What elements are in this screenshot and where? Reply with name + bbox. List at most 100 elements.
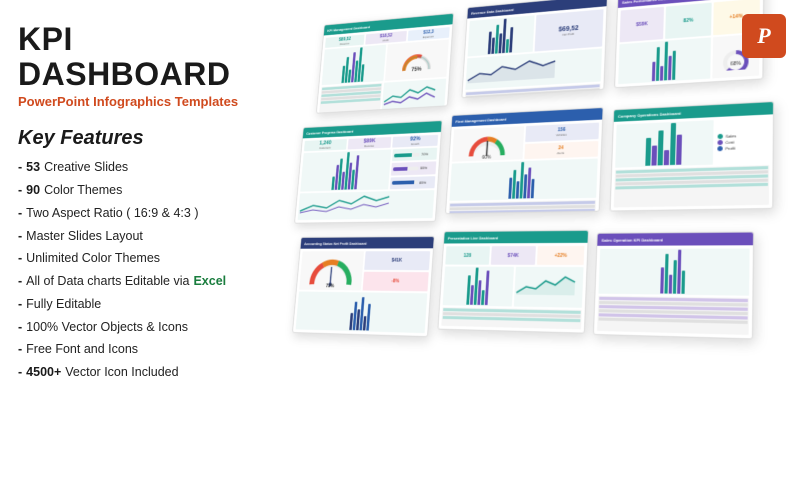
kpi-s5-2-label: Alerts [557, 151, 564, 155]
slide-7-title: Accounting Status Net Profit Dashboard [304, 241, 367, 246]
slide-8-row-2 [443, 266, 584, 307]
right-panel: KPI Management Dashboard $89,52 Revenue … [280, 0, 800, 500]
main-container: KPI DASHBOARD PowerPoint Infographics Te… [0, 0, 800, 500]
kpi-3-label: Expenses [423, 35, 434, 39]
kpi-s2-label: Net Profit [562, 32, 574, 37]
slide-9-row-1 [598, 248, 749, 295]
features-title: Key Features [18, 127, 262, 150]
slide-5-title: Fleet Management Dashboard [455, 116, 506, 123]
features-list: 53 Creative Slides 90 Color Themes Two A… [18, 158, 262, 382]
feature-item-5: Unlimited Color Themes [18, 249, 262, 268]
kpi-1-label: Revenue [340, 42, 350, 46]
kpi-s4-1-label: Customers [319, 146, 331, 150]
svg-text:72%: 72% [326, 283, 335, 288]
feature-text-1: Creative Slides [44, 158, 128, 177]
slide-8-row-3 [441, 307, 582, 329]
gauge-s5-1: 60% [452, 126, 524, 162]
kpi-s4-2: $89K Revenue [347, 137, 391, 150]
powerpoint-icon: P [742, 14, 786, 58]
slide-2: Revenue Data Dashboard [461, 0, 608, 98]
kpi-s3-2-num: 82% [683, 18, 693, 25]
slide-5: Fleet Management Dashboard 60% [445, 107, 604, 214]
chart-9 [598, 248, 749, 295]
line-4 [298, 190, 435, 220]
chart-7 [296, 291, 428, 333]
slide-1: KPI Management Dashboard $89,52 Revenue … [316, 13, 454, 114]
slide-9-header: Sales Operation KPI Dashboard [597, 233, 753, 246]
feature-item-9: Free Font and Icons [18, 340, 262, 359]
kpi-s4-1: 1,240 Customers [304, 139, 347, 151]
kpi-s3-1: $59K [620, 7, 665, 43]
table-6 [614, 165, 770, 207]
feature-text-3: Two Aspect Ratio ( 16:9 & 4:3 ) [26, 204, 198, 223]
chart-1 [322, 45, 387, 86]
subtitle-rest: Infographics Templates [90, 94, 239, 109]
table-9 [597, 296, 749, 335]
slide-8-body: 128 $74K +22% [438, 243, 587, 333]
page-subtitle: PowerPoint Infographics Templates [18, 94, 262, 109]
slide-7-header: Accounting Status Net Profit Dashboard [301, 237, 434, 249]
kpi-s5-2: 24 Alerts [524, 140, 599, 159]
slide-4-title: Customer Progress Dashboard [306, 129, 353, 136]
feature-item-8: 100% Vector Objects & Icons [18, 318, 262, 337]
slide-8-row-1: 128 $74K +22% [445, 246, 584, 265]
slide-4-row-3 [298, 190, 435, 220]
feature-bold-2: 90 [26, 181, 40, 200]
chart-8 [443, 266, 514, 306]
slide-6: Company Operations Dashboard [610, 101, 775, 212]
slide-3-body: $59K 82% +14% [615, 0, 763, 87]
kpi-s7-1-num: $41K [391, 258, 402, 264]
chart-4 [300, 149, 391, 191]
slide-5-body: 60% 156 Vehicles 24 Alerts [446, 120, 602, 214]
slide-9-body [594, 245, 753, 338]
feature-text-7: Fully Editable [26, 295, 101, 314]
svg-text:68%: 68% [731, 60, 742, 66]
slide-9: Sales Operation KPI Dashboard [593, 231, 754, 339]
chart-2 [468, 15, 535, 56]
kpi-s3-1-num: $59K [636, 21, 648, 28]
feature-item-7: Fully Editable [18, 295, 262, 314]
table-1 [319, 83, 382, 114]
table-8 [441, 307, 582, 329]
feature-item-6: All of Data charts Editable via Excel [18, 272, 262, 291]
slide-8-header: Presentation Live Dashboard [444, 231, 588, 244]
kpi-s3-2: 82% [665, 3, 711, 39]
kpi-s8-3-num: +22% [554, 252, 567, 258]
slide-4: Customer Progress Dashboard 1,240 Custom… [294, 120, 442, 224]
line-1 [382, 79, 447, 112]
slide-5-row-1: 60% 156 Vehicles 24 Alerts [452, 123, 599, 162]
slide-8-title: Presentation Live Dashboard [448, 235, 499, 240]
slide-6-row-2 [614, 165, 770, 207]
kpi-s5-1: 156 Vehicles [525, 123, 599, 142]
kpi-s4-2-label: Revenue [364, 144, 374, 148]
slides-container: KPI Management Dashboard $89,52 Revenue … [280, 0, 800, 500]
feature-item-10: 4500+ Vector Icon Included [18, 363, 262, 382]
chart-3 [618, 37, 711, 84]
slide-6-row-1: Sales Cost Profit [615, 118, 770, 168]
slide-5-row-3 [448, 200, 596, 214]
slide-3-title: Sales Performance Dashboard [622, 0, 679, 4]
excel-label: Excel [193, 272, 226, 291]
slide-7-row-1: 72% $41K -8% [299, 251, 430, 291]
table-5 [448, 200, 596, 214]
feature-item-1: 53 Creative Slides [18, 158, 262, 177]
feature-text-8: 100% Vector Objects & Icons [26, 318, 188, 337]
kpi-s4-3: 92% Growth [392, 135, 438, 148]
slide-2-body: $69,52 Net Profit [462, 6, 606, 97]
slide-6-title: Company Operations Dashboard [618, 110, 681, 118]
svg-text:75%: 75% [411, 67, 422, 74]
kpi-s7-2: -8% [363, 272, 429, 291]
feature-bold-10: 4500+ [26, 363, 61, 382]
slide-9-title: Sales Operation KPI Dashboard [601, 237, 663, 242]
slide-1-body: $89,52 Revenue $18,52 Profit $12,3 Expen… [317, 24, 453, 112]
feature-text-9: Free Font and Icons [26, 340, 138, 359]
kpi-s7-1: $41K [364, 251, 430, 270]
feature-text-6: All of Data charts Editable via [26, 272, 189, 291]
slide-7: Accounting Status Net Profit Dashboard [292, 236, 435, 337]
feature-text-10: Vector Icon Included [65, 363, 178, 382]
feature-item-3: Two Aspect Ratio ( 16:9 & 4:3 ) [18, 204, 262, 223]
kpi-s8-1: 128 [445, 246, 489, 264]
left-panel: KPI DASHBOARD PowerPoint Infographics Te… [0, 0, 280, 500]
gauge-1: 75% [385, 39, 449, 80]
chart-5 [449, 159, 597, 201]
